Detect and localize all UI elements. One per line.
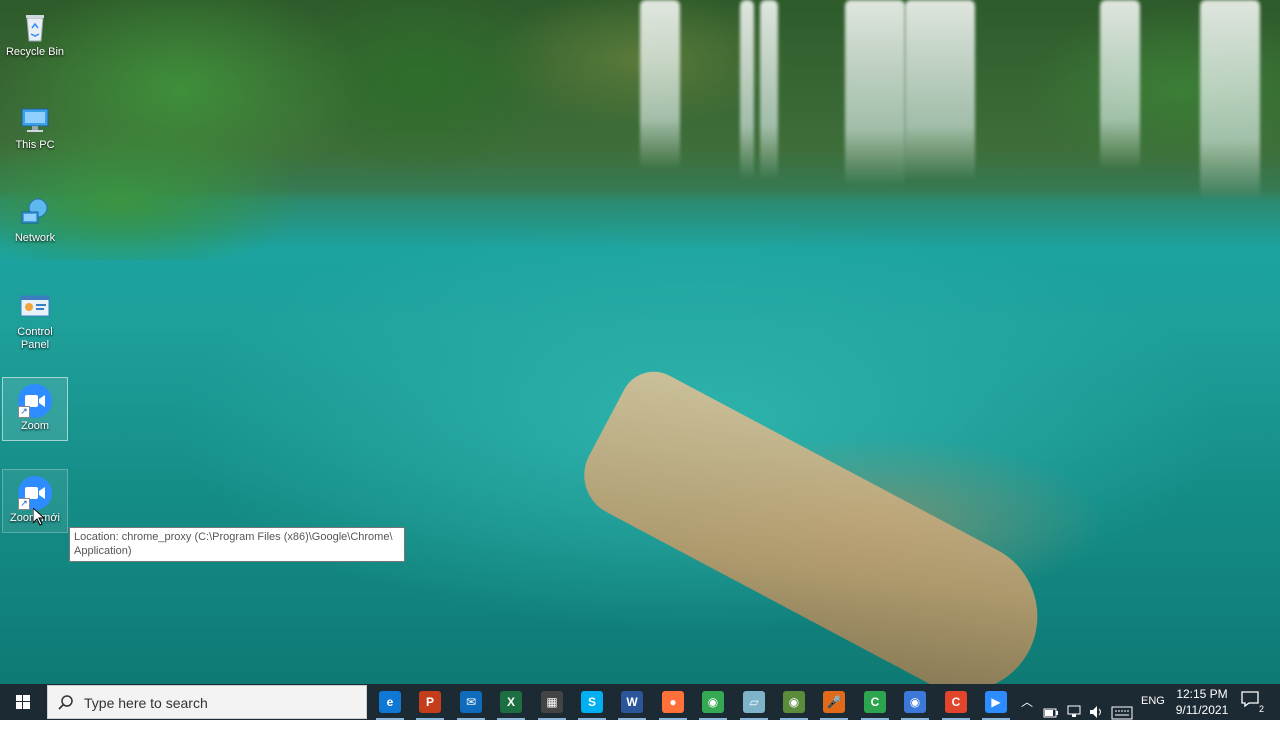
waterfall xyxy=(1100,0,1140,170)
network-icon xyxy=(18,196,52,230)
computer-icon xyxy=(18,103,52,137)
desktop-icon-zoom[interactable]: ↗ Zoom xyxy=(2,377,68,441)
desktop-icon-label: Network xyxy=(14,232,56,244)
skype-icon: S xyxy=(581,691,603,713)
mouse-cursor-icon xyxy=(33,508,45,526)
taskbar-app-microphone[interactable]: 🎤 xyxy=(814,684,854,720)
taskbar-app-excel[interactable]: X xyxy=(491,684,531,720)
desktop-icon-label: Control Panel xyxy=(17,326,53,351)
chrome-icon: ◉ xyxy=(702,691,724,713)
desktop-icon-label: This PC xyxy=(15,139,55,151)
control-panel-icon xyxy=(18,290,52,324)
microphone-icon: 🎤 xyxy=(823,691,845,713)
notification-count: 2 xyxy=(1258,704,1264,714)
taskbar-app-edge[interactable]: e xyxy=(370,684,410,720)
desktop-icon-label: Zoom xyxy=(20,420,50,432)
zoom-taskbar-icon: ▶ xyxy=(985,691,1007,713)
desktop-icon-control-panel[interactable]: Control Panel xyxy=(2,284,68,362)
firefox-icon: ● xyxy=(662,691,684,713)
shortcut-arrow-icon: ↗ xyxy=(18,498,30,510)
windows-logo-icon xyxy=(16,695,30,709)
chrome-alt-icon: ◉ xyxy=(783,691,805,713)
chrome-profile-icon: ◉ xyxy=(904,691,926,713)
desktop-icon-network[interactable]: Network xyxy=(2,190,68,254)
shortcut-arrow-icon: ↗ xyxy=(18,406,30,418)
desktop-icon-recycle-bin[interactable]: Recycle Bin xyxy=(2,4,68,68)
desktop-wallpaper: Recycle Bin This PC Network Control Pane… xyxy=(0,0,1280,684)
zoom-icon: ↗ xyxy=(18,476,52,510)
waterfall xyxy=(845,0,905,185)
taskbar-app-word[interactable]: W xyxy=(612,684,652,720)
taskbar-app-chrome[interactable]: ◉ xyxy=(693,684,733,720)
excel-icon: X xyxy=(500,691,522,713)
clock-date: 9/11/2021 xyxy=(1175,703,1229,717)
search-icon xyxy=(58,695,73,710)
network-status-icon[interactable] xyxy=(1066,694,1082,730)
clock-time: 12:15 PM xyxy=(1176,687,1228,701)
volume-icon[interactable] xyxy=(1088,694,1104,730)
taskbar-app-chrome-alt[interactable]: ◉ xyxy=(774,684,814,720)
taskbar-app-recorder[interactable]: C xyxy=(936,684,976,720)
submerged-log xyxy=(569,360,1064,684)
recorder-icon: C xyxy=(945,691,967,713)
taskbar-app-chrome-profile[interactable]: ◉ xyxy=(895,684,935,720)
start-button[interactable] xyxy=(0,684,46,720)
powerpoint-icon: P xyxy=(419,691,441,713)
waterfall xyxy=(640,0,680,170)
desktop-icon-this-pc[interactable]: This PC xyxy=(2,97,68,161)
location-tooltip: Location: chrome_proxy (C:\Program Files… xyxy=(69,527,405,562)
tooltip-text: Location: chrome_proxy (C:\Program Files… xyxy=(74,531,393,557)
camtasia-icon: C xyxy=(864,691,886,713)
waterfall xyxy=(740,0,754,180)
waterfall xyxy=(1200,0,1260,200)
store-icon: ▦ xyxy=(541,691,563,713)
keyboard-icon[interactable] xyxy=(1111,695,1133,731)
waterfall xyxy=(760,0,778,180)
input-language[interactable]: ENG xyxy=(1141,695,1165,707)
desktop-icon-label: Recycle Bin xyxy=(5,46,65,58)
taskbar-app-camtasia[interactable]: C xyxy=(855,684,895,720)
word-icon: W xyxy=(621,691,643,713)
recycle-bin-icon xyxy=(18,10,52,44)
taskbar-app-firefox[interactable]: ● xyxy=(653,684,693,720)
edge-icon: e xyxy=(379,691,401,713)
taskbar: Type here to search e P ✉ X ▦ S W ● ◉ ▱ ◉ 🎤 C ◉ C ▶ ︿ E… xyxy=(0,684,1280,720)
clock[interactable]: 12:15 PM 9/11/2021 xyxy=(1172,686,1232,718)
show-hidden-icons-chevron-icon[interactable]: ︿ xyxy=(1021,693,1033,729)
taskbar-app-notes[interactable]: ▱ xyxy=(734,684,774,720)
mail-icon: ✉ xyxy=(460,691,482,713)
notification-icon xyxy=(1241,691,1259,708)
taskbar-app-powerpoint[interactable]: P xyxy=(410,684,450,720)
action-center-button[interactable]: 2 xyxy=(1240,690,1264,714)
notes-icon: ▱ xyxy=(743,691,765,713)
taskbar-app-skype[interactable]: S xyxy=(572,684,612,720)
taskbar-app-store[interactable]: ▦ xyxy=(532,684,572,720)
search-placeholder: Type here to search xyxy=(84,695,208,711)
taskbar-app-zoom-taskbar[interactable]: ▶ xyxy=(976,684,1016,720)
waterfall xyxy=(905,0,975,180)
taskbar-search-box[interactable]: Type here to search xyxy=(47,685,367,719)
battery-icon[interactable] xyxy=(1043,695,1059,731)
taskbar-app-mail[interactable]: ✉ xyxy=(451,684,491,720)
zoom-icon: ↗ xyxy=(18,384,52,418)
